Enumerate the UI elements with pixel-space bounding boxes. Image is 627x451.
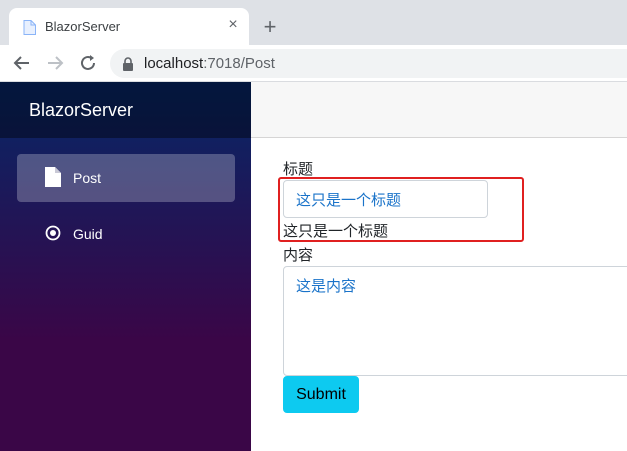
url-host: localhost xyxy=(144,55,204,72)
sidebar-item-guid[interactable]: Guid xyxy=(17,210,235,258)
document-icon xyxy=(45,167,61,187)
content-label: 内容 xyxy=(283,246,314,264)
url-path: :7018/Post xyxy=(203,55,275,72)
forward-arrow-icon[interactable] xyxy=(45,53,65,73)
highlight-box xyxy=(278,177,524,242)
browser-toolbar: localhost:7018/Post xyxy=(0,45,627,82)
reload-icon[interactable] xyxy=(78,53,98,73)
lock-icon xyxy=(123,57,133,71)
content-textarea[interactable]: 这是内容 xyxy=(283,266,627,376)
browser-tab[interactable]: BlazorServer × xyxy=(9,8,249,45)
tab-title: BlazorServer xyxy=(45,19,121,34)
sidebar-item-post[interactable]: Post xyxy=(17,154,235,202)
back-arrow-icon[interactable] xyxy=(12,53,32,73)
page-icon xyxy=(23,20,36,35)
sidebar: BlazorServer Post Guid xyxy=(0,82,251,451)
sidebar-item-label: Post xyxy=(73,170,102,186)
main-content: 标题 这只是一个标题 内容 这是内容 Submit xyxy=(251,138,627,451)
radio-circle-icon xyxy=(45,225,61,241)
submit-button[interactable]: Submit xyxy=(283,376,359,413)
title-label: 标题 xyxy=(283,160,314,178)
browser-tab-strip: BlazorServer × + xyxy=(0,0,627,45)
url-text: localhost:7018/Post xyxy=(144,55,275,72)
brand-title[interactable]: BlazorServer xyxy=(29,100,133,121)
top-row xyxy=(251,82,627,138)
new-tab-button[interactable]: + xyxy=(260,16,280,38)
address-bar[interactable]: localhost:7018/Post xyxy=(110,49,627,78)
close-icon[interactable]: × xyxy=(225,17,241,33)
brand-bar: BlazorServer xyxy=(0,82,251,138)
sidebar-item-label: Guid xyxy=(73,226,103,242)
